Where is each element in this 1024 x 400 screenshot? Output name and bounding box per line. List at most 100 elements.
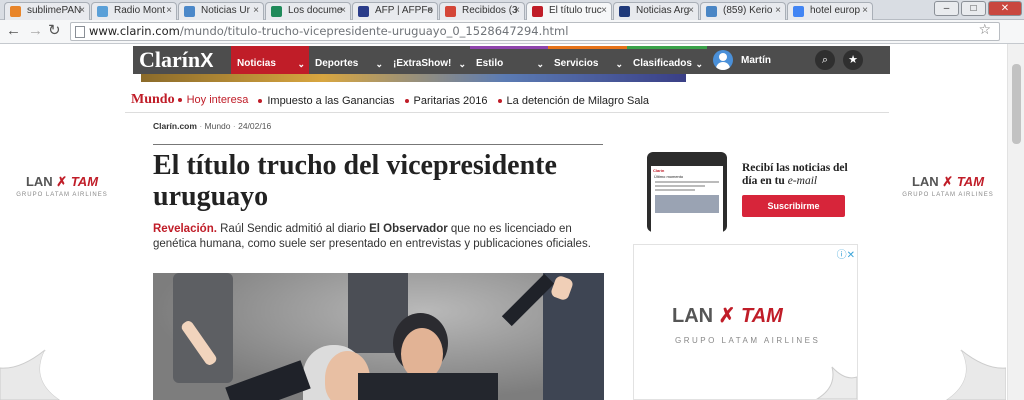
tab-favicon-icon — [10, 6, 21, 17]
latam-group-text: GRUPO LATAM AIRLINES — [675, 336, 821, 345]
logo-text: Clarín — [139, 47, 201, 72]
close-window-button[interactable]: ✕ — [988, 1, 1022, 16]
nav-item-label: ¡ExtraShow! — [393, 58, 452, 69]
tab-title: Recibidos (3 — [462, 5, 518, 16]
browser-tab[interactable]: AFP | AFPFo × — [352, 2, 438, 20]
search-icon[interactable]: ⌕ — [815, 50, 835, 70]
minimize-button[interactable]: – — [934, 1, 959, 16]
tab-close-icon[interactable]: × — [514, 3, 520, 19]
browser-tab[interactable]: sublimePAN × — [4, 2, 90, 20]
tam-text: TAM — [956, 174, 985, 189]
nav-item-label: Clasificados — [633, 58, 692, 69]
article-date: 24/02/16 — [238, 121, 272, 131]
favorites-star-icon[interactable]: ★ — [843, 50, 863, 70]
tab-close-icon[interactable]: × — [166, 3, 172, 19]
tab-title: AFP | AFPFo — [375, 5, 433, 16]
browser-tab[interactable]: Radio Mont × — [91, 2, 177, 20]
sidebar-ad[interactable]: ⓘ✕ LAN ✗ TAM GRUPO LATAM AIRLINES — [633, 244, 858, 400]
newsletter-promo: Clarín Último momento Recibí las noticia… — [647, 152, 857, 238]
lan-text: LAN — [672, 305, 714, 327]
top-navigation: ClarínX Noticias ⌄ Deportes ⌄ ¡ExtraShow! ⌄ Es… — [133, 46, 890, 74]
browser-tab[interactable]: Los docume × — [265, 2, 351, 20]
star-icon: ✗ — [942, 174, 954, 189]
trending-link-label: Impuesto a las Ganancias — [267, 95, 395, 107]
back-icon[interactable]: ← — [6, 23, 21, 39]
tab-favicon-icon — [532, 6, 543, 17]
bullet-icon — [497, 99, 502, 104]
browser-tab[interactable]: (859) Kerio × — [700, 2, 786, 20]
trending-link-label: Paritarias 2016 — [413, 95, 488, 107]
breadcrumb-section[interactable]: Mundo — [205, 121, 231, 131]
bullet-icon — [177, 98, 182, 102]
ad-choices-icon[interactable]: ⓘ✕ — [837, 246, 855, 261]
right-side-ad[interactable]: LAN ✗ TAM GRUPO LATAM AIRLINES — [888, 174, 1008, 198]
nav-item-label: Servicios — [554, 58, 599, 69]
breadcrumb: Clarín.com · Mundo · 24/02/16 — [153, 121, 272, 131]
browser-tab[interactable]: Noticias Arg × — [613, 2, 699, 20]
scrollbar[interactable] — [1007, 44, 1024, 400]
url-domain: www.clarin.com — [89, 24, 180, 38]
nav-item[interactable]: Servicios ⌄ — [548, 46, 627, 74]
section-subnav: Mundo Hoy interesa Impuesto a las Gananc… — [131, 92, 649, 108]
lead-kicker: Revelación. — [153, 223, 217, 235]
tab-title: hotel europ — [810, 5, 861, 16]
browser-tab[interactable]: El título truc × — [526, 2, 612, 20]
latam-group-text: GRUPO LATAM AIRLINES — [16, 192, 108, 198]
trending-link[interactable]: La detención de Milagro Sala — [497, 95, 649, 107]
nav-item[interactable]: Estilo ⌄ — [470, 46, 548, 74]
browser-tab[interactable]: Recibidos (3 × — [439, 2, 525, 20]
tab-close-icon[interactable]: × — [601, 3, 607, 19]
user-name: Martín — [741, 54, 771, 66]
tab-close-icon[interactable]: × — [862, 3, 868, 19]
trending-link[interactable]: Impuesto a las Ganancias — [258, 95, 395, 107]
tab-favicon-icon — [184, 6, 195, 17]
tab-title: Los docume — [288, 5, 343, 16]
tab-title: El título truc — [549, 5, 602, 16]
clarin-logo[interactable]: ClarínX — [133, 46, 231, 74]
article-photo[interactable] — [153, 273, 604, 400]
lan-text: LAN — [911, 174, 939, 189]
section-title[interactable]: Mundo — [131, 92, 175, 108]
tab-favicon-icon — [358, 6, 369, 17]
browser-tab[interactable]: Noticias Ur × — [178, 2, 264, 20]
bookmark-star-icon[interactable]: ☆ — [978, 22, 991, 39]
left-side-ad[interactable]: LAN ✗ TAM GRUPO LATAM AIRLINES — [2, 174, 122, 198]
scrollbar-thumb[interactable] — [1012, 64, 1021, 144]
browser-tab[interactable]: hotel europ × — [787, 2, 873, 20]
window-controls: – □ ✕ — [934, 1, 1022, 18]
maximize-button[interactable]: □ — [961, 1, 986, 16]
tam-text: TAM — [70, 174, 99, 189]
nav-item[interactable]: Deportes ⌄ — [309, 46, 387, 74]
tab-close-icon[interactable]: × — [79, 3, 85, 19]
subscribe-button[interactable]: Suscribirme — [742, 195, 845, 217]
latam-group-text: GRUPO LATAM AIRLINES — [902, 192, 994, 198]
forward-icon[interactable]: → — [28, 23, 43, 39]
reload-icon[interactable]: ↻ — [48, 23, 61, 39]
nav-item[interactable]: ¡ExtraShow! ⌄ — [387, 46, 470, 74]
tab-close-icon[interactable]: × — [688, 3, 694, 19]
lead-text-a: Raúl Sendic admitió al diario — [220, 223, 370, 235]
bullet-icon — [258, 99, 263, 104]
tab-title: Noticias Arg — [636, 5, 690, 16]
tab-close-icon[interactable]: × — [253, 3, 259, 19]
article-headline: El título trucho del vicepresidente urug… — [153, 150, 557, 212]
breadcrumb-site[interactable]: Clarín.com — [153, 121, 197, 131]
tab-title: Radio Mont — [114, 5, 166, 16]
avatar — [713, 50, 733, 70]
lan-tam-logo: LAN ✗ TAM — [672, 303, 783, 328]
nav-item[interactable]: Noticias ⌄ — [231, 46, 309, 74]
url-input[interactable]: www.clarin.com/mundo/titulo-trucho-vicep… — [70, 22, 1000, 41]
tab-close-icon[interactable]: × — [427, 3, 433, 19]
tab-title: sublimePAN — [27, 5, 82, 16]
lan-logo: LAN ✗ TAM — [2, 174, 122, 190]
divider — [125, 112, 889, 113]
tab-close-icon[interactable]: × — [340, 3, 346, 19]
address-bar: ← → ↻ www.clarin.com/mundo/titulo-trucho… — [0, 20, 1024, 59]
trending-link[interactable]: Paritarias 2016 — [404, 95, 488, 107]
nav-item[interactable]: Clasificados ⌄ — [627, 46, 707, 74]
user-menu[interactable]: Martín — [707, 46, 807, 74]
page-curl-left — [0, 349, 70, 400]
tab-close-icon[interactable]: × — [775, 3, 781, 19]
page-viewport: LAN ✗ TAM GRUPO LATAM AIRLINES LAN ✗ TAM… — [0, 44, 1024, 400]
star-icon: ✗ — [718, 305, 736, 327]
